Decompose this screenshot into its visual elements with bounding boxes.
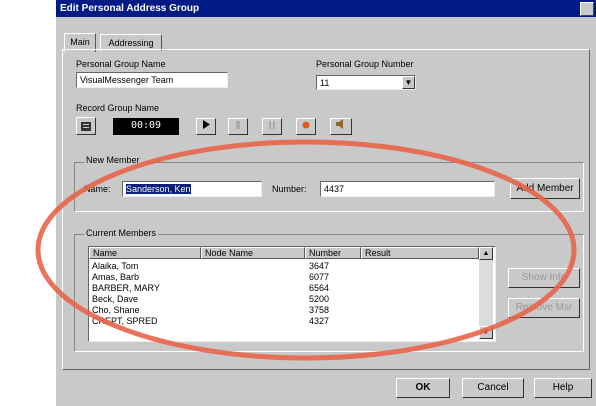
row-number: 4327 <box>309 316 330 326</box>
address-book-icon[interactable] <box>76 117 96 135</box>
row-name: Alaika, Tom <box>92 261 139 271</box>
name-label: Name: <box>84 184 111 194</box>
table-row[interactable]: Amas, Barb <box>92 272 139 283</box>
scroll-down-icon[interactable]: ▼ <box>479 326 493 339</box>
table-row[interactable]: CREPT, SPRED <box>92 316 158 327</box>
members-list[interactable] <box>88 246 496 342</box>
current-members-label: Current Members <box>84 228 159 238</box>
scroll-up-icon[interactable]: ▲ <box>479 247 493 260</box>
help-button[interactable]: Help <box>534 378 592 398</box>
group-number-select[interactable]: 11 <box>316 75 416 90</box>
ok-button[interactable]: OK <box>396 378 450 398</box>
dialog-title: Edit Personal Address Group <box>60 3 200 14</box>
remove-member-button[interactable]: Remove Msr <box>508 298 580 318</box>
row-name: Cho, Shane <box>92 305 140 315</box>
add-member-button[interactable]: Add Member <box>510 178 580 199</box>
row-name: CREPT, SPRED <box>92 316 158 326</box>
row-name: Beck, Dave <box>92 294 139 304</box>
column-header-number-label: Number <box>309 248 342 258</box>
row-name: BARBER, MARY <box>92 283 160 293</box>
play-icon[interactable] <box>196 118 216 135</box>
group-number-label: Personal Group Number <box>316 59 414 69</box>
cancel-button[interactable]: Cancel <box>462 378 524 398</box>
tab-addressing-label: Addressing <box>108 38 154 48</box>
table-row[interactable]: Alaika, Tom <box>92 261 138 272</box>
number-label: Number: <box>272 184 307 194</box>
show-info-button[interactable]: Show Info <box>508 268 580 288</box>
row-name: Amas, Barb <box>92 272 140 282</box>
column-header-number[interactable]: Number <box>305 247 361 259</box>
record-label: Record Group Name <box>76 103 160 113</box>
new-member-label: New Member <box>84 155 142 165</box>
number-input[interactable]: 4437 <box>320 181 495 197</box>
name-input-value: Sanderson, Ken <box>126 184 191 194</box>
column-header-name[interactable]: Name <box>89 247 201 259</box>
column-header-node-label: Node Name <box>205 248 254 258</box>
record-time-display: 00:09 <box>113 118 179 135</box>
column-header-node[interactable]: Node Name <box>201 247 305 259</box>
column-header-result[interactable]: Result <box>361 247 479 259</box>
dropdown-arrow-icon[interactable]: ▼ <box>402 76 415 89</box>
stop-icon[interactable] <box>228 118 248 135</box>
group-name-input[interactable]: VisualMessenger Team <box>76 72 228 88</box>
record-icon[interactable] <box>296 118 316 135</box>
row-number: 6077 <box>309 272 330 282</box>
row-number: 5200 <box>309 294 330 304</box>
table-row[interactable]: Cho, Shane <box>92 305 140 316</box>
column-header-name-label: Name <box>93 248 118 258</box>
speaker-icon[interactable] <box>330 118 352 135</box>
column-header-result-label: Result <box>365 248 391 258</box>
row-number: 6564 <box>309 283 330 293</box>
group-number-value: 11 <box>320 78 330 88</box>
pause-icon[interactable] <box>262 118 282 135</box>
title-bar: Edit Personal Address Group <box>56 0 596 17</box>
table-row[interactable]: Beck, Dave <box>92 294 138 305</box>
row-number: 3758 <box>309 305 330 315</box>
row-number: 3647 <box>309 261 330 271</box>
name-input[interactable]: Sanderson, Ken <box>122 181 262 197</box>
close-icon[interactable] <box>580 2 594 16</box>
group-name-label: Personal Group Name <box>76 59 166 69</box>
tab-main-label: Main <box>70 37 90 47</box>
table-row[interactable]: BARBER, MARY <box>92 283 160 294</box>
